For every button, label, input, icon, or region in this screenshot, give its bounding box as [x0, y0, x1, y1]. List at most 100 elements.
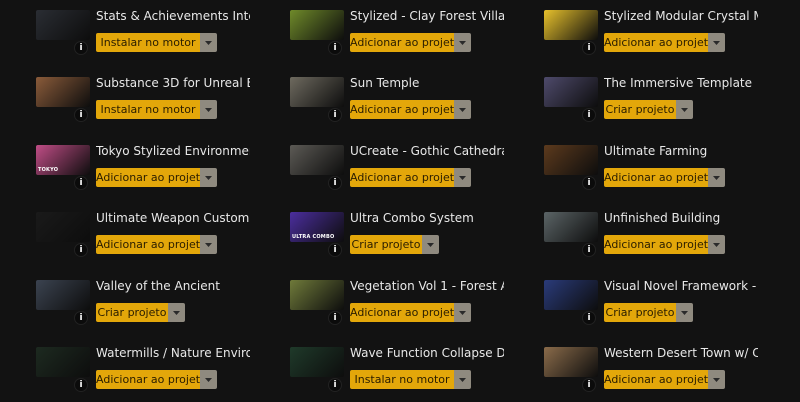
asset-action-button[interactable]: Instalar no motor: [96, 33, 200, 52]
asset-thumbnail[interactable]: [290, 77, 344, 107]
asset-card[interactable]: i Ultimate Weapon Customizat Adicionar ao …: [0, 202, 250, 262]
asset-action-button[interactable]: Criar projeto: [350, 235, 422, 254]
info-icon[interactable]: i: [583, 244, 595, 256]
asset-thumbnail[interactable]: [290, 10, 344, 40]
asset-thumbnail[interactable]: ULTRA COMBO: [290, 212, 344, 242]
asset-card[interactable]: i Stats & Achievements Integra Instalar no…: [0, 0, 250, 60]
asset-title: Wave Function Collapse Dem: [350, 346, 504, 360]
info-icon[interactable]: i: [583, 177, 595, 189]
asset-thumbnail[interactable]: [544, 347, 598, 377]
asset-action-button[interactable]: Adicionar ao projeto: [96, 370, 207, 389]
asset-card[interactable]: ULTRA COMBO i Ultra Combo System Criar proj…: [254, 202, 504, 262]
asset-action-button[interactable]: Adicionar ao projeto: [604, 33, 715, 52]
asset-action-dropdown[interactable]: [422, 235, 439, 254]
asset-action-button[interactable]: Adicionar ao projeto: [350, 168, 461, 187]
asset-card[interactable]: i Visual Novel Framework - Ful Criar proje…: [508, 270, 758, 330]
info-icon[interactable]: i: [329, 312, 341, 324]
asset-action-dropdown[interactable]: [454, 303, 471, 322]
info-icon[interactable]: i: [75, 379, 87, 391]
info-icon[interactable]: i: [75, 177, 87, 189]
asset-action-dropdown[interactable]: [454, 370, 471, 389]
asset-action-dropdown[interactable]: [708, 235, 725, 254]
asset-action-dropdown[interactable]: [708, 168, 725, 187]
asset-action-button[interactable]: Adicionar ao projeto: [350, 100, 461, 119]
asset-thumbnail[interactable]: [36, 347, 90, 377]
asset-title: Tokyo Stylized Environment: [96, 144, 250, 158]
asset-card[interactable]: i Stylized Modular Crystal Mine Adicionar …: [508, 0, 758, 60]
asset-action-dropdown[interactable]: [676, 100, 693, 119]
asset-title: Stylized - Clay Forest Village: [350, 9, 504, 23]
asset-action-dropdown[interactable]: [454, 168, 471, 187]
asset-action-dropdown[interactable]: [454, 100, 471, 119]
asset-thumbnail[interactable]: [290, 145, 344, 175]
asset-action-dropdown[interactable]: [168, 303, 185, 322]
asset-card[interactable]: i Ultimate Farming Adicionar ao projeto: [508, 135, 758, 195]
asset-thumbnail[interactable]: [36, 280, 90, 310]
asset-action-button[interactable]: Adicionar ao projeto: [96, 235, 207, 254]
asset-card[interactable]: i Vegetation Vol 1 - Forest Aut Adicionar …: [254, 270, 504, 330]
asset-card[interactable]: i Valley of the Ancient Criar projeto: [0, 270, 250, 330]
asset-thumbnail[interactable]: [36, 77, 90, 107]
asset-thumbnail[interactable]: [290, 347, 344, 377]
asset-action-button[interactable]: Criar projeto: [96, 303, 168, 322]
info-icon[interactable]: i: [329, 109, 341, 121]
info-icon[interactable]: i: [583, 379, 595, 391]
asset-card[interactable]: i Western Desert Town w/ Con Adicionar ao …: [508, 337, 758, 397]
asset-card[interactable]: i Stylized - Clay Forest Village Adicionar…: [254, 0, 504, 60]
asset-title: Stats & Achievements Integra: [96, 9, 250, 23]
chevron-down-icon: [713, 242, 720, 247]
asset-card[interactable]: i Substance 3D for Unreal Engi Instalar no…: [0, 67, 250, 127]
asset-card[interactable]: i The Immersive Template Criar projeto: [508, 67, 758, 127]
asset-card[interactable]: TOKYO i Tokyo Stylized Environment Adiciona…: [0, 135, 250, 195]
asset-grid: i Stats & Achievements Integra Instalar no…: [0, 0, 800, 402]
asset-thumbnail[interactable]: [36, 212, 90, 242]
asset-action-button[interactable]: Instalar no motor: [96, 100, 200, 119]
asset-action-button[interactable]: Adicionar ao projeto: [350, 33, 461, 52]
info-icon[interactable]: i: [75, 244, 87, 256]
asset-thumbnail[interactable]: [544, 145, 598, 175]
info-icon[interactable]: i: [329, 42, 341, 54]
asset-action-split-button: Adicionar ao projeto: [604, 168, 725, 187]
info-icon[interactable]: i: [75, 109, 87, 121]
asset-action-dropdown[interactable]: [200, 370, 217, 389]
chevron-down-icon: [459, 175, 466, 180]
thumbnail-caption: TOKYO: [38, 167, 59, 173]
info-icon[interactable]: i: [329, 244, 341, 256]
asset-card[interactable]: i Wave Function Collapse Dem Instalar no m…: [254, 337, 504, 397]
asset-action-button[interactable]: Adicionar ao projeto: [350, 303, 461, 322]
asset-card[interactable]: i UCreate - Gothic Cathedral A Adicionar a…: [254, 135, 504, 195]
asset-card[interactable]: i Unfinished Building Adicionar ao projeto: [508, 202, 758, 262]
asset-action-dropdown[interactable]: [676, 303, 693, 322]
asset-thumbnail[interactable]: [36, 10, 90, 40]
info-icon[interactable]: i: [329, 177, 341, 189]
asset-action-dropdown[interactable]: [708, 370, 725, 389]
asset-thumbnail[interactable]: TOKYO: [36, 145, 90, 175]
asset-action-button[interactable]: Adicionar ao projeto: [604, 168, 715, 187]
info-icon[interactable]: i: [75, 42, 87, 54]
asset-action-button[interactable]: Criar projeto: [604, 303, 676, 322]
asset-action-button[interactable]: Adicionar ao projeto: [604, 235, 715, 254]
asset-card[interactable]: i Sun Temple Adicionar ao projeto: [254, 67, 504, 127]
asset-action-button[interactable]: Instalar no motor: [350, 370, 454, 389]
asset-action-dropdown[interactable]: [200, 235, 217, 254]
asset-action-button[interactable]: Adicionar ao projeto: [96, 168, 207, 187]
asset-action-dropdown[interactable]: [200, 33, 217, 52]
asset-title: Ultimate Weapon Customizat: [96, 211, 250, 225]
asset-action-button[interactable]: Criar projeto: [604, 100, 676, 119]
asset-action-dropdown[interactable]: [200, 168, 217, 187]
info-icon[interactable]: i: [75, 312, 87, 324]
info-icon[interactable]: i: [329, 379, 341, 391]
asset-action-dropdown[interactable]: [454, 33, 471, 52]
asset-thumbnail[interactable]: [544, 10, 598, 40]
asset-card[interactable]: i Watermills / Nature Environm Adicionar a…: [0, 337, 250, 397]
asset-thumbnail[interactable]: [544, 77, 598, 107]
info-icon[interactable]: i: [583, 109, 595, 121]
info-icon[interactable]: i: [583, 42, 595, 54]
info-icon[interactable]: i: [583, 312, 595, 324]
asset-thumbnail[interactable]: [544, 280, 598, 310]
asset-action-dropdown[interactable]: [200, 100, 217, 119]
asset-action-dropdown[interactable]: [708, 33, 725, 52]
asset-thumbnail[interactable]: [544, 212, 598, 242]
asset-thumbnail[interactable]: [290, 280, 344, 310]
asset-action-button[interactable]: Adicionar ao projeto: [604, 370, 715, 389]
